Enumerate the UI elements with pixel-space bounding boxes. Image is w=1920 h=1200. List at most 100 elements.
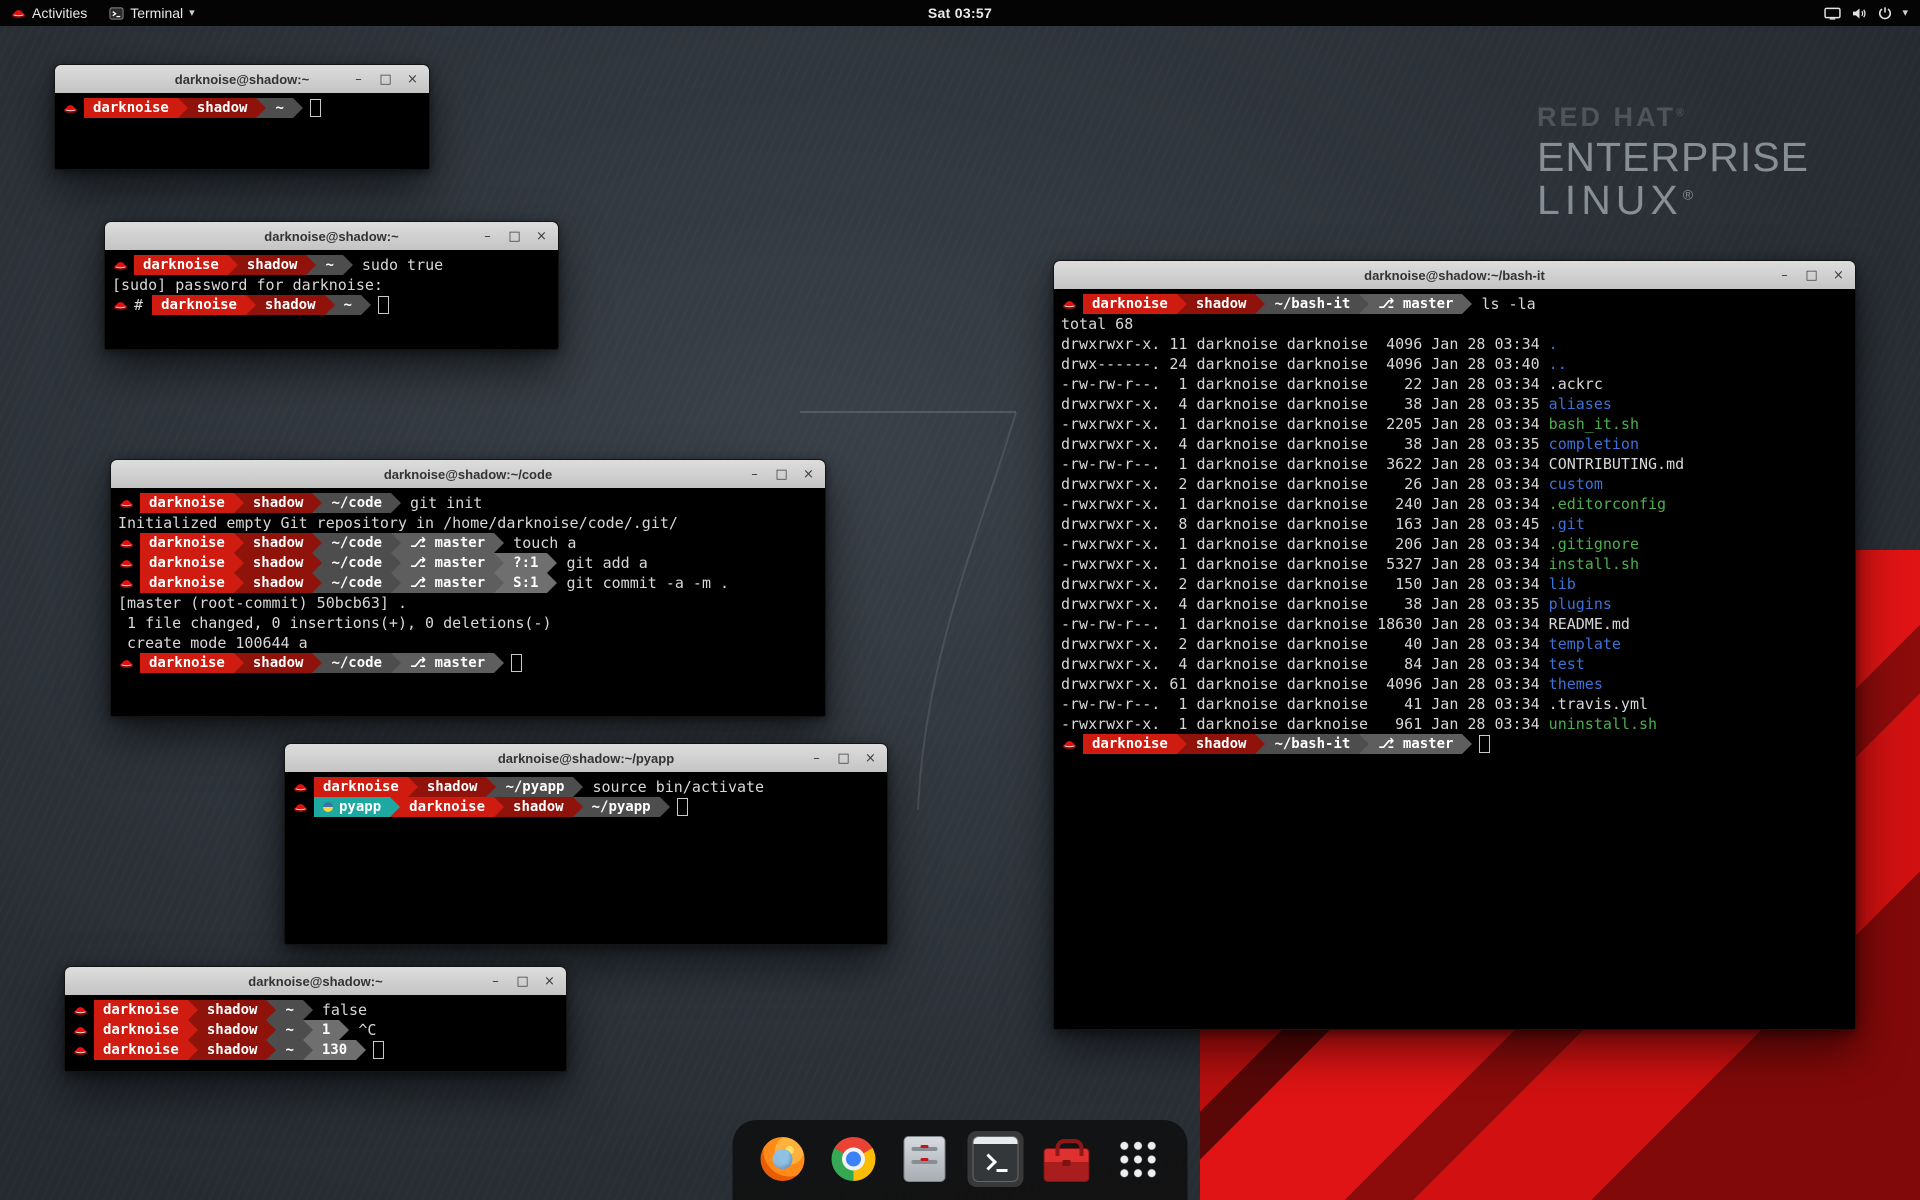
prompt-segment: ~/code [322,533,391,553]
powerline-arrow [228,255,238,275]
terminal-content[interactable]: darknoiseshadow~ [55,93,429,169]
window-titlebar[interactable]: darknoise@shadow:~ – □ × [65,967,566,996]
powerline-arrow [573,797,583,817]
dock-firefox[interactable] [755,1131,811,1187]
terminal-line: darknoiseshadow~/code⎇ masterS:1 git com… [118,573,818,593]
prompt-segment: ⎇ master [401,653,494,673]
powerline-arrow [303,1020,313,1040]
terminal-content[interactable]: darknoiseshadow~ sudo true[sudo] passwor… [105,250,558,349]
terminal-text: -rwxrwxr-x. 1 darknoise darknoise 961 Ja… [1061,715,1549,733]
close-button[interactable]: × [405,72,420,87]
terminal-line: darknoiseshadow~130 [72,1040,559,1060]
prompt-segment: darknoise [400,797,494,817]
window-controls: – □ × [809,744,878,772]
terminal-text: drwxrwxr-x. 2 darknoise darknoise 150 Ja… [1061,575,1549,593]
terminal-text: git init [401,494,482,512]
dock-terminal[interactable] [968,1131,1024,1187]
prompt-segment: shadow [1187,294,1256,314]
prompt-segment: shadow [188,98,257,118]
powerline-arrow [312,533,322,553]
prompt-segment: pyapp [314,797,390,817]
window-titlebar[interactable]: darknoise@shadow:~ – □ × [55,65,429,94]
redhat-prompt-icon [293,802,308,813]
minimize-button[interactable]: – [809,751,824,766]
minimize-button[interactable]: – [747,467,762,482]
prompt-segment: darknoise [84,98,178,118]
close-button[interactable]: × [801,467,816,482]
python-icon [323,802,333,812]
window-title: darknoise@shadow:~ [264,229,398,244]
dock-chrome[interactable] [826,1131,882,1187]
terminal-text: Initialized empty Git repository in /hom… [118,514,678,532]
minimize-button[interactable]: – [351,72,366,87]
window-title: darknoise@shadow:~/pyapp [498,751,674,766]
prompt-segment: ?:1 [504,553,547,573]
activities-button[interactable]: Activities [0,0,98,26]
close-button[interactable]: × [1831,268,1846,283]
terminal-window-bash-it: darknoise@shadow:~/bash-it – □ × darknoi… [1053,260,1856,1030]
powerline-arrow [1255,734,1265,754]
terminal-text: drwxrwxr-x. 4 darknoise darknoise 38 Jan… [1061,595,1549,613]
dock-software[interactable] [1039,1131,1095,1187]
close-button[interactable]: × [542,974,557,989]
terminal-cursor [373,1041,384,1059]
prompt-segment: ⎇ master [1369,294,1462,314]
maximize-button[interactable]: □ [515,974,530,989]
dock-files[interactable] [897,1131,953,1187]
prompt-segment: ~ [276,1040,302,1060]
terminal-line: drwxrwxr-x. 2 darknoise darknoise 40 Jan… [1061,634,1848,654]
app-grid-icon [1117,1139,1158,1180]
prompt-segment: 130 [313,1040,356,1060]
maximize-button[interactable]: □ [378,72,393,87]
terminal-text: total 68 [1061,315,1133,333]
powerline-arrow [547,573,557,593]
terminal-text: lib [1549,575,1576,593]
window-titlebar[interactable]: darknoise@shadow:~/bash-it – □ × [1054,261,1855,290]
top-bar: Activities Terminal ▾ Sat 03:57 ▾ [0,0,1920,26]
terminal-text: [sudo] password for darknoise: [112,276,383,294]
system-menu[interactable]: ▾ [1812,0,1920,26]
window-titlebar[interactable]: darknoise@shadow:~ – □ × [105,222,558,251]
maximize-button[interactable]: □ [774,467,789,482]
powerline-arrow [266,1000,276,1020]
minimize-button[interactable]: – [488,974,503,989]
prompt-segment: shadow [244,573,313,593]
maximize-button[interactable]: □ [1804,268,1819,283]
maximize-button[interactable]: □ [836,751,851,766]
terminal-content[interactable]: darknoiseshadow~/bash-it⎇ master ls -lat… [1054,289,1855,1029]
redhat-prompt-icon [119,658,134,669]
redhat-logo-icon [11,8,26,19]
powerline-arrow [312,493,322,513]
clock[interactable]: Sat 03:57 [928,5,992,21]
maximize-button[interactable]: □ [507,229,522,244]
window-titlebar[interactable]: darknoise@shadow:~/pyapp – □ × [285,744,887,773]
powerline-arrow [306,255,316,275]
prompt-segment: darknoise [94,1040,188,1060]
prompt-segment: 1 [313,1020,339,1040]
close-button[interactable]: × [863,751,878,766]
terminal-content[interactable]: darknoise shadow ~/code git init Initialize… [111,488,825,716]
terminal-text: drwxrwxr-x. 8 darknoise darknoise 163 Ja… [1061,515,1549,533]
terminal-line: pyappdarknoiseshadow~/pyapp [292,797,880,817]
window-titlebar[interactable]: darknoise@shadow:~/code – □ × [111,460,825,489]
powerline-arrow [391,493,401,513]
terminal-content[interactable]: darknoiseshadow~/pyapp source bin/activa… [285,772,887,944]
app-menu-terminal[interactable]: Terminal ▾ [98,0,205,26]
close-button[interactable]: × [534,229,549,244]
redhat-prompt-icon [119,498,134,509]
powerline-arrow [266,1040,276,1060]
terminal-line: [sudo] password for darknoise: [112,275,551,295]
terminal-cursor [378,296,389,314]
minimize-button[interactable]: – [1777,268,1792,283]
powerline-arrow [1255,294,1265,314]
minimize-button[interactable]: – [480,229,495,244]
prompt-segment: shadow [418,777,487,797]
display-icon [1824,7,1841,20]
dock-app-grid[interactable] [1110,1131,1166,1187]
terminal-cursor [1479,735,1490,753]
terminal-line: drwxrwxr-x. 4 darknoise darknoise 84 Jan… [1061,654,1848,674]
window-controls: – □ × [747,460,816,488]
prompt-segment: darknoise [140,573,234,593]
terminal-text: drwxrwxr-x. 4 darknoise darknoise 38 Jan… [1061,395,1549,413]
terminal-content[interactable]: darknoiseshadow~ falsedarknoiseshadow~1 … [65,995,566,1071]
